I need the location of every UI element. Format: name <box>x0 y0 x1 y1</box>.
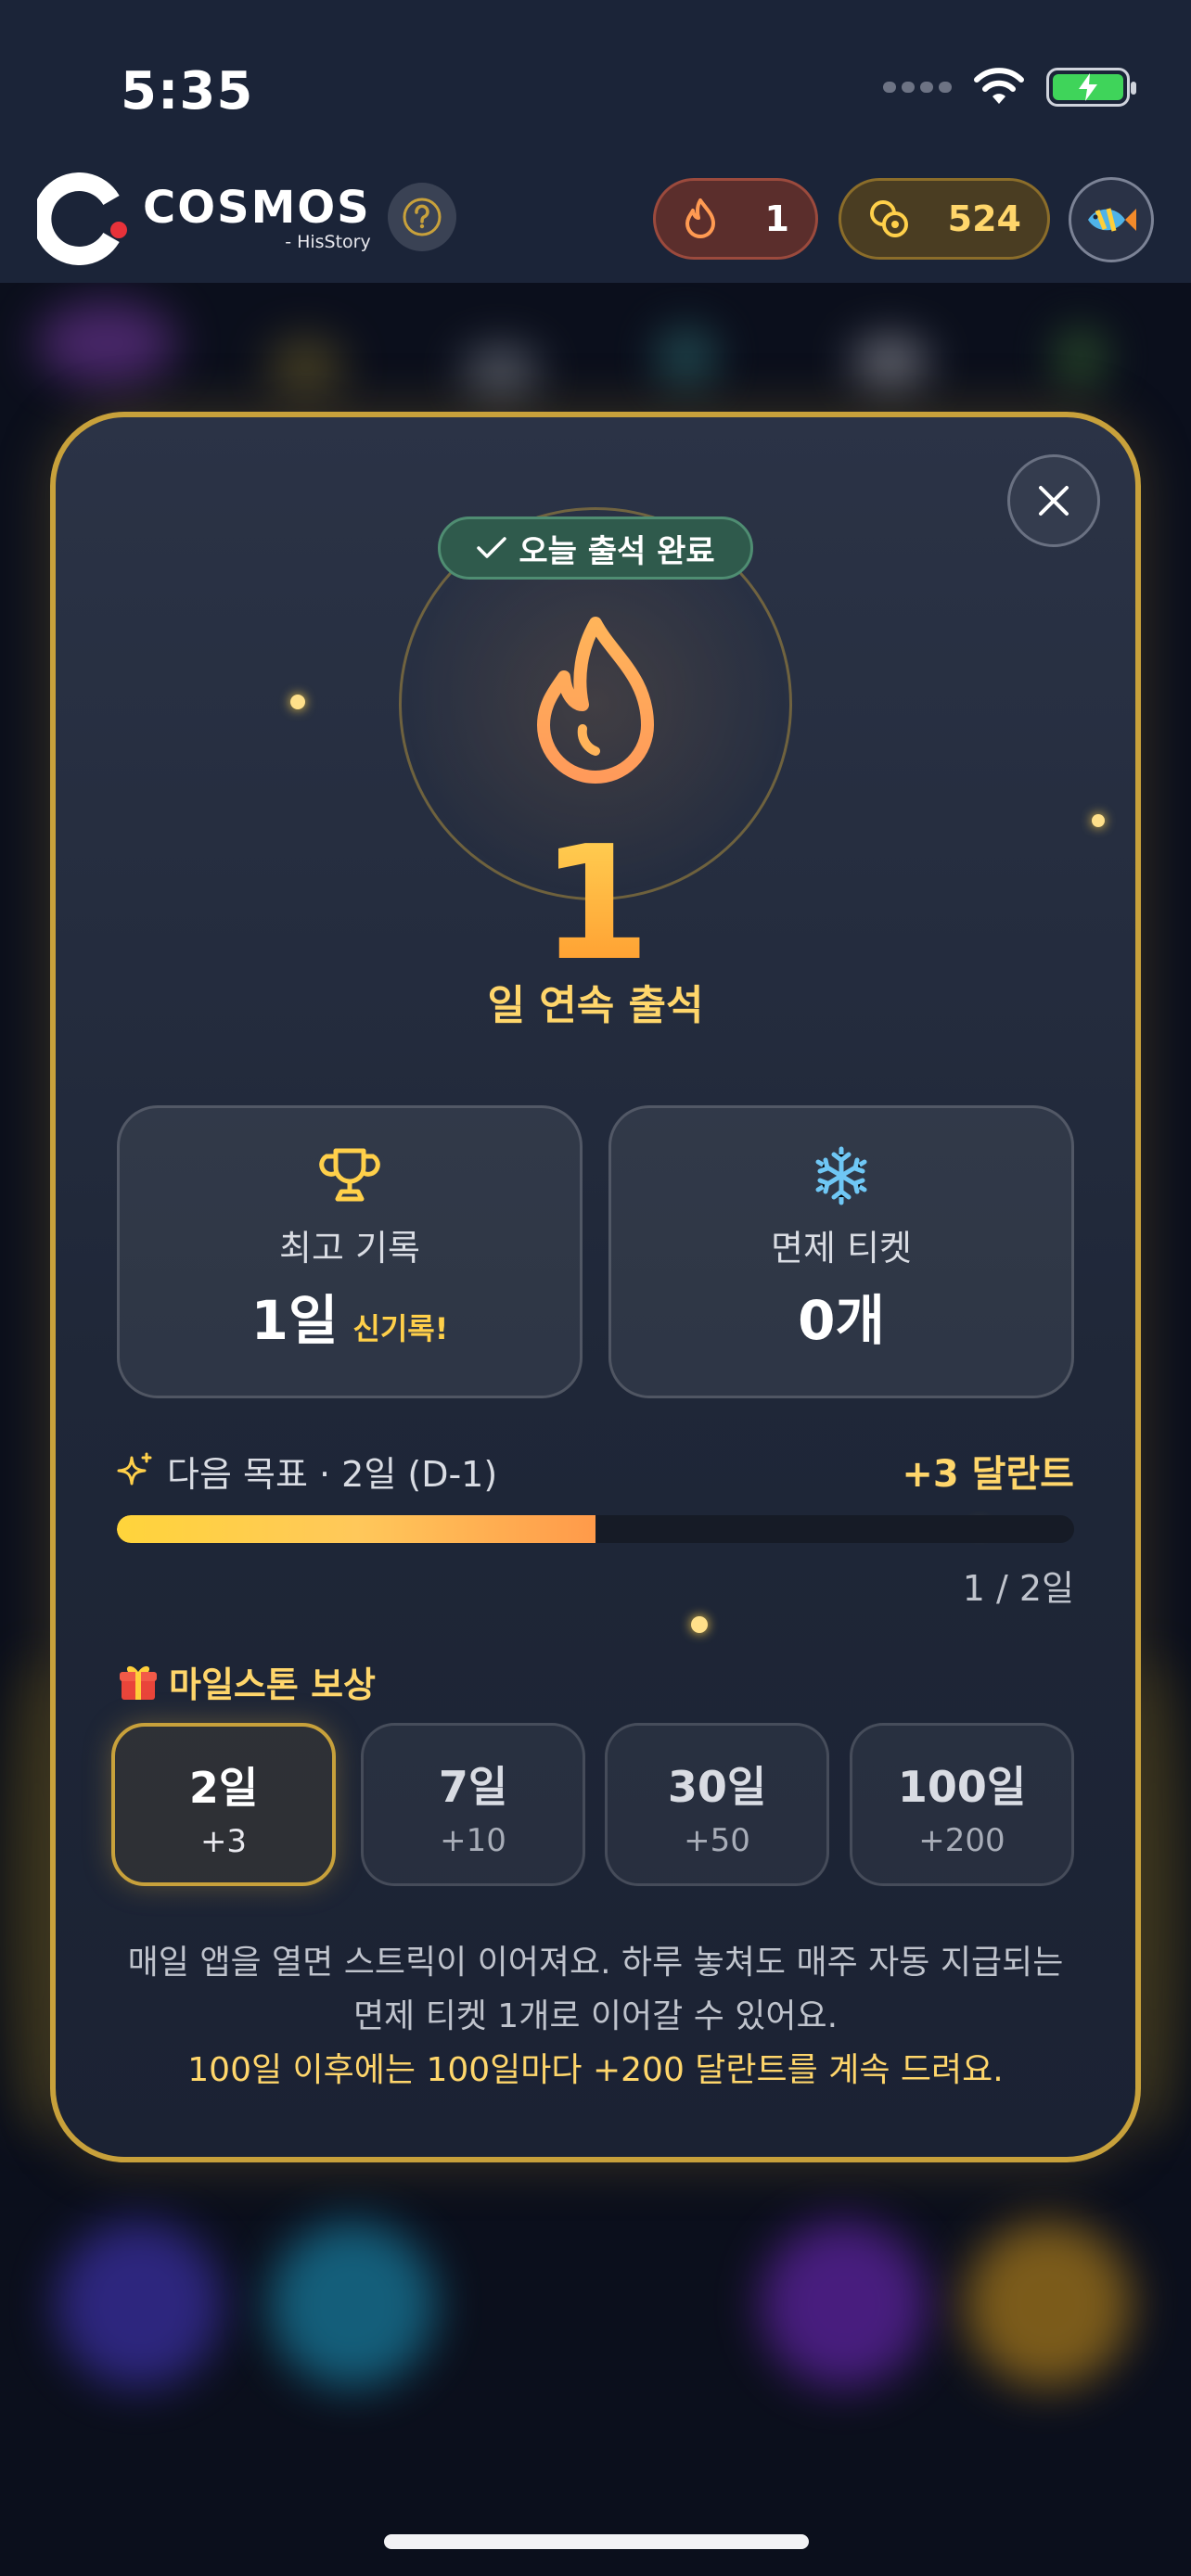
gift-icon <box>120 1665 157 1700</box>
coin-count: 524 <box>947 198 1021 239</box>
goal-progress-fill <box>117 1515 596 1543</box>
milestone-header: 마일스톤 보상 <box>117 1656 376 1707</box>
milestone-day: 7일 <box>438 1762 508 1812</box>
fish-icon <box>1088 208 1136 232</box>
flame-icon <box>521 612 670 797</box>
logo-mark-icon <box>32 172 130 265</box>
freeze-ticket-card: 면제 티켓 0개 <box>608 1105 1074 1398</box>
question-circle-icon <box>403 198 442 236</box>
freeze-ticket-title: 면제 티켓 <box>771 1228 912 1269</box>
help-button[interactable] <box>388 183 456 251</box>
streak-number: 1 <box>0 825 1191 983</box>
best-record-value: 1일 <box>250 1289 339 1352</box>
milestone-reward: +3 <box>199 1823 248 1860</box>
app-logo[interactable]: COSMOS - HisStory <box>32 172 371 265</box>
milestone-2-days[interactable]: 2일 +3 <box>111 1723 336 1886</box>
check-icon <box>477 537 507 558</box>
milestone-reward: +200 <box>918 1822 1005 1859</box>
best-record-card: 최고 기록 1일 신기록! <box>117 1105 583 1398</box>
battery-icon <box>1046 68 1136 107</box>
best-record-title: 최고 기록 <box>279 1228 420 1269</box>
flame-icon <box>685 198 715 238</box>
home-indicator[interactable] <box>384 2534 809 2549</box>
top-bar: 5:35 COSMOS - HisStory 1 524 <box>0 0 1191 283</box>
description-line-1: 매일 앱을 열면 스트릭이 이어져요. 하루 놓쳐도 매주 자동 지급되는 <box>127 1944 1064 1982</box>
trophy-icon <box>319 1148 380 1202</box>
sparkle <box>691 1616 708 1633</box>
status-time: 5:35 <box>121 61 254 121</box>
freeze-ticket-value: 0개 <box>798 1289 885 1352</box>
coin-counter-button[interactable]: 524 <box>839 178 1050 260</box>
app-subtitle: - HisStory <box>285 232 371 252</box>
next-goal-row: 다음 목표 · 2일 (D-1) +3 달란트 <box>117 1447 1074 1496</box>
signal-icon <box>883 82 952 93</box>
app-name: COSMOS <box>143 182 371 234</box>
attendance-done-badge: 오늘 출석 완료 <box>438 516 753 580</box>
close-icon <box>1039 486 1069 516</box>
goal-progress-bar <box>117 1515 1074 1543</box>
badge-label: 오늘 출석 완료 <box>519 532 715 570</box>
new-record-tag: 신기록! <box>352 1311 449 1346</box>
snowflake-icon <box>815 1146 867 1205</box>
wifi-icon <box>974 68 1024 104</box>
milestone-day: 30일 <box>667 1762 767 1812</box>
streak-label: 일 연속 출석 <box>487 982 704 1029</box>
goal-progress-text: 1 / 2일 <box>962 1568 1074 1609</box>
milestone-reward: +10 <box>440 1822 506 1859</box>
milestone-7-days[interactable]: 7일 +10 <box>361 1723 585 1886</box>
description-text: 매일 앱을 열면 스트릭이 이어져요. 하루 놓쳐도 매주 자동 지급되는 면제… <box>93 1936 1098 2044</box>
avatar-button[interactable] <box>1069 177 1154 262</box>
status-icons <box>883 67 1136 108</box>
description-highlight: 100일 이후에는 100일마다 +200 달란트를 계속 드려요. <box>187 2051 1004 2089</box>
milestone-day: 100일 <box>897 1762 1027 1812</box>
sparkle <box>290 695 305 709</box>
close-button[interactable] <box>1007 454 1100 547</box>
sparkle-icon <box>117 1452 152 1486</box>
milestone-30-days[interactable]: 30일 +50 <box>605 1723 829 1886</box>
milestone-reward: +50 <box>684 1822 750 1859</box>
milestone-day: 2일 <box>188 1763 259 1813</box>
next-goal-reward: +3 달란트 <box>902 1453 1074 1496</box>
streak-counter-button[interactable]: 1 <box>653 178 818 260</box>
description-line-2: 면제 티켓 1개로 이어갈 수 있어요. <box>352 1997 839 2035</box>
streak-count: 1 <box>764 198 789 239</box>
milestone-title: 마일스톤 보상 <box>169 1664 376 1705</box>
milestone-100-days[interactable]: 100일 +200 <box>850 1723 1074 1886</box>
next-goal-label: 다음 목표 · 2일 (D-1) <box>167 1453 498 1495</box>
coins-icon <box>870 200 908 237</box>
